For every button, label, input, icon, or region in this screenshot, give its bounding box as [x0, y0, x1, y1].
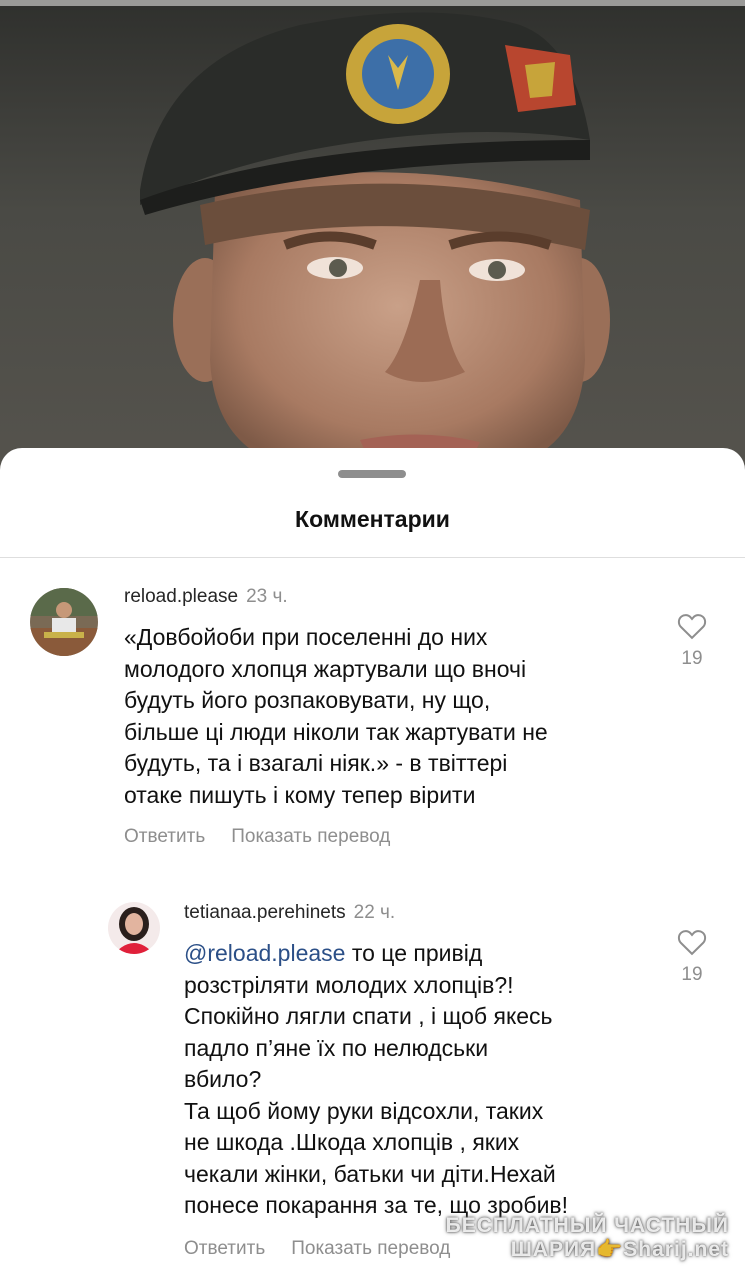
comment-time: 22 ч. [353, 902, 396, 923]
comment-actions: Ответить Показать перевод [184, 1238, 476, 1260]
reply-button[interactable]: Ответить [184, 1238, 265, 1259]
comments-sheet: Комментарии reload.please 23 ч. «Довбойоб… [0, 448, 745, 1280]
avatar[interactable] [108, 902, 160, 954]
watermark: БЕСПЛАТНЫЙ ЧАСТНЫЙ ШАРИЯ👉Sharij.net [446, 1214, 729, 1262]
show-translation-button[interactable]: Показать перевод [291, 1238, 450, 1259]
comment-username[interactable]: reload.please 23 ч. [124, 586, 288, 608]
watermark-line: БЕСПЛАТНЫЙ ЧАСТНЫЙ [445, 1214, 729, 1237]
soldier-portrait-image [140, 12, 610, 470]
mention-link[interactable]: @reload.please [184, 940, 345, 966]
like-count: 19 [681, 964, 703, 985]
like-count: 19 [681, 648, 703, 669]
sheet-title: Комментарии [295, 506, 450, 532]
avatar[interactable] [30, 588, 98, 656]
comment-body: то це привід розстріляти молодих хлопців… [184, 940, 569, 1218]
comment-actions: Ответить Показать перевод [124, 826, 416, 848]
header-divider [0, 557, 745, 558]
comment-text: @reload.please то це привід розстріляти … [184, 938, 654, 1222]
watermark-line: ШАРИЯ👉Sharij.net [510, 1238, 729, 1261]
username-text[interactable]: reload.please [124, 586, 238, 607]
comment-text: «Довбойоби при поселенні до них молодого… [124, 624, 548, 808]
post-photo [0, 0, 745, 470]
username-text[interactable]: tetianaa.perehinets [184, 902, 346, 923]
drag-handle[interactable] [338, 470, 406, 478]
show-translation-button[interactable]: Показать перевод [231, 826, 390, 847]
heart-icon[interactable] [677, 928, 707, 956]
like-control: 19 [672, 928, 712, 986]
like-control: 19 [672, 612, 712, 670]
comment-time: 23 ч. [246, 586, 288, 607]
heart-icon[interactable] [677, 612, 707, 640]
reply-button[interactable]: Ответить [124, 826, 205, 847]
comment-username[interactable]: tetianaa.perehinets 22 ч. [184, 902, 395, 924]
